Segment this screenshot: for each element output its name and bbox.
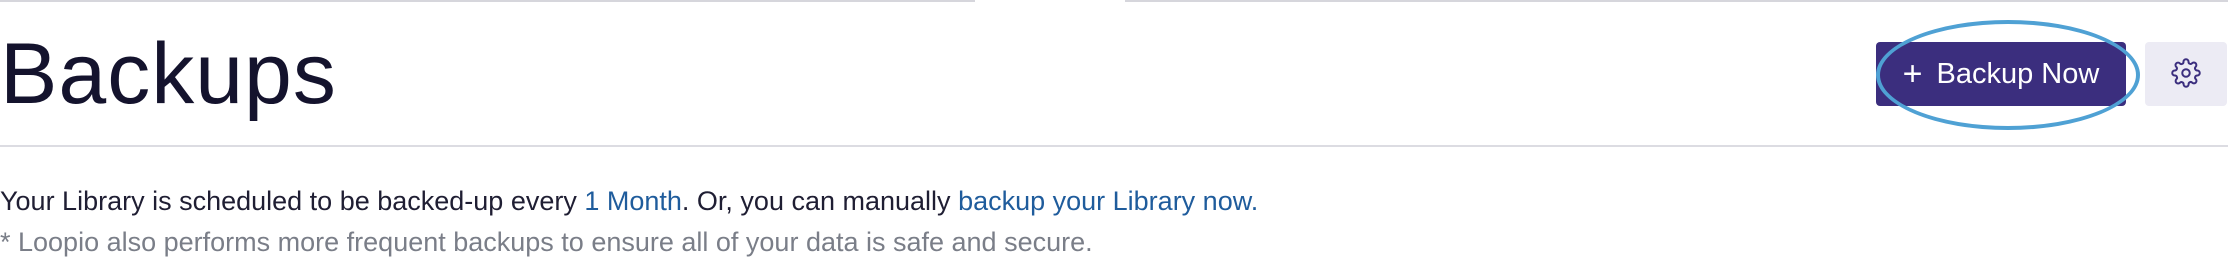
top-divider-left (0, 0, 975, 2)
page-title: Backups (0, 26, 337, 122)
backup-settings-button[interactable] (2145, 42, 2227, 106)
backup-note: * Loopio also performs more frequent bac… (0, 227, 1093, 257)
schedule-text-prefix: Your Library is scheduled to be backed-u… (0, 186, 585, 216)
backup-frequency-link[interactable]: 1 Month (584, 186, 682, 216)
backup-now-button[interactable]: + Backup Now (1876, 42, 2126, 106)
schedule-description: Your Library is scheduled to be backed-u… (0, 184, 1258, 218)
manual-backup-link[interactable]: backup your Library now. (958, 186, 1258, 216)
backup-now-label: Backup Now (1936, 57, 2100, 90)
header-divider (0, 145, 2228, 147)
plus-icon: + (1902, 55, 1923, 93)
gear-icon (2171, 57, 2201, 91)
schedule-text-middle: . Or, you can manually (681, 186, 959, 216)
top-divider-right (1125, 0, 2228, 2)
